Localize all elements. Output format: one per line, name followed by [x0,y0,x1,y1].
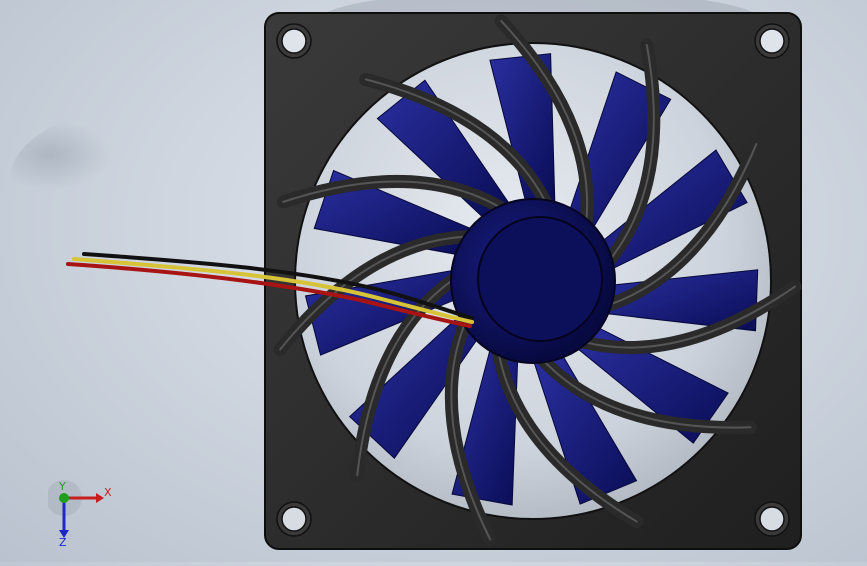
mounting-hole [754,23,790,59]
fan-hub[interactable] [450,198,616,364]
mounting-hole [276,501,312,537]
y-axis-label: Y [58,480,66,493]
fan-model[interactable] [0,0,867,562]
x-axis-label: X [104,486,112,499]
mounting-hole [276,23,312,59]
hub-cap [477,216,603,342]
orientation-triad[interactable]: X Y Z [46,478,118,549]
mounting-hole [754,501,790,537]
z-axis-label: Z [59,536,67,548]
triad-graphic: X Y Z [46,480,112,549]
cad-viewport[interactable]: X Y Z [0,0,867,562]
background-shadow [10,110,250,250]
